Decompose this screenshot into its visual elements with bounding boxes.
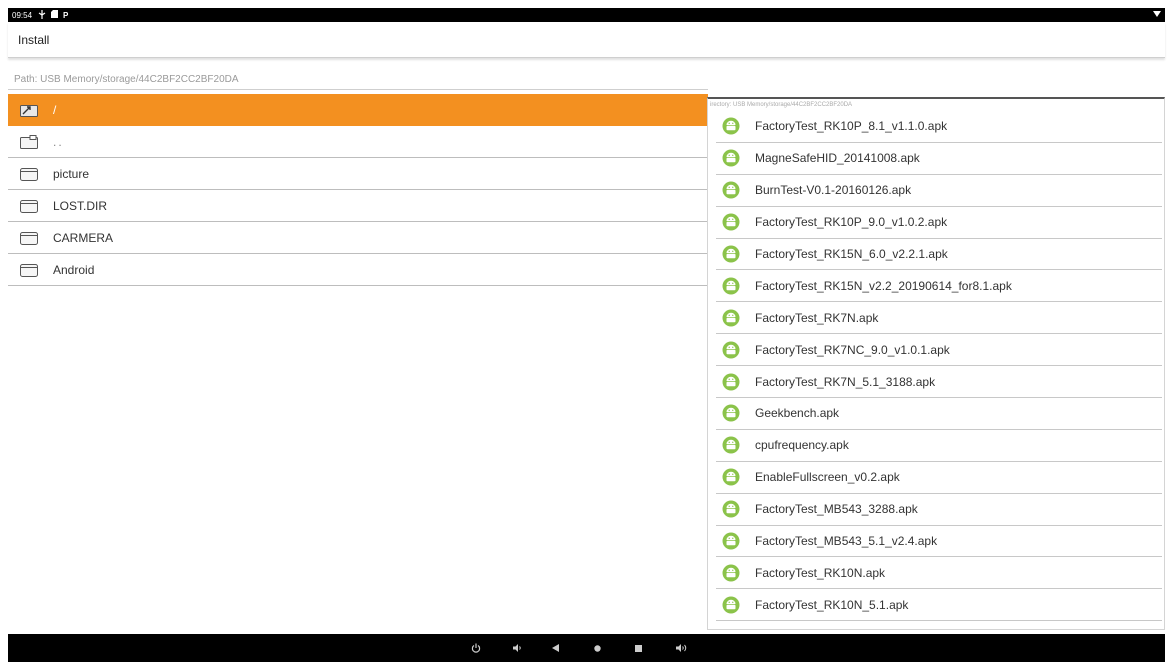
path-label: Path: USB Memory/storage/44C2BF2CC2BF20D…: [14, 74, 239, 85]
apk-list-panel: irectory: USB Memory/storage/44C2BF2CC2B…: [707, 97, 1165, 630]
android-apk-icon: [722, 277, 740, 295]
apk-file-row[interactable]: FactoryTest_RK15N_v2.2_20190614_for8.1.a…: [716, 270, 1162, 303]
apk-list: FactoryTest_RK10P_8.1_v1.1.0.apk MagneSaf…: [708, 111, 1164, 622]
android-apk-icon: [722, 596, 740, 614]
apk-file-row[interactable]: FactoryTest_RK7N_5.1_3188.apk: [716, 366, 1162, 399]
folder-label: ..: [53, 134, 64, 149]
apk-file-label: FactoryTest_RK7NC_9.0_v1.0.1.apk: [755, 342, 950, 357]
android-apk-icon: [722, 181, 740, 199]
volume-down-icon[interactable]: [508, 634, 528, 662]
back-icon[interactable]: [546, 634, 566, 662]
folder-icon: [20, 263, 38, 277]
volume-up-icon[interactable]: [672, 634, 692, 662]
p-icon: P: [63, 10, 69, 20]
page-title: Install: [18, 33, 50, 47]
path-bar: Path: USB Memory/storage/44C2BF2CC2BF20D…: [8, 70, 708, 90]
apk-file-label: FactoryTest_RK10P_9.0_v1.0.2.apk: [755, 215, 948, 230]
apk-file-label: FactoryTest_RK10N_5.1.apk: [755, 597, 909, 612]
apk-file-row[interactable]: FactoryTest_MB543_5.1_v2.4.apk: [716, 526, 1162, 558]
apk-file-label: FactoryTest_MB543_3288.apk: [755, 502, 918, 517]
android-apk-icon: [722, 117, 740, 135]
folder-row[interactable]: Android: [8, 254, 708, 286]
apk-file-row[interactable]: FactoryTest_RK10N.apk: [716, 557, 1162, 590]
status-time: 09:54: [12, 10, 33, 20]
android-apk-icon: [722, 564, 740, 582]
android-apk-icon: [722, 309, 740, 327]
apk-file-row[interactable]: FactoryTest_RK7NC_9.0_v1.0.1.apk: [716, 334, 1162, 367]
apk-file-label: MagneSafeHID_20141008.apk: [755, 151, 920, 166]
android-apk-icon: [722, 341, 740, 359]
folder-row[interactable]: LOST.DIR: [8, 190, 708, 222]
power-icon[interactable]: [466, 634, 486, 662]
folder-icon: [20, 231, 38, 245]
folder-label: CARMERA: [53, 230, 114, 245]
folder-label: Android: [53, 262, 95, 277]
apk-file-row[interactable]: MagneSafeHID_20141008.apk: [716, 143, 1162, 175]
folder-row-parent[interactable]: ..: [8, 126, 708, 158]
usb-icon: [38, 9, 46, 21]
apk-file-label: FactoryTest_RK15N_v2.2_20190614_for8.1.a…: [755, 278, 1012, 293]
apk-file-label: FactoryTest_MB543_5.1_v2.4.apk: [755, 534, 938, 549]
wifi-icon: [1153, 10, 1161, 20]
android-apk-icon: [722, 436, 740, 454]
apk-file-row[interactable]: FactoryTest_RK10P_8.1_v1.1.0.apk: [716, 111, 1162, 143]
apk-file-label: BurnTest-V0.1-20160126.apk: [755, 183, 912, 198]
folder-label: LOST.DIR: [53, 198, 108, 213]
home-icon[interactable]: [587, 634, 607, 662]
android-apk-icon: [722, 149, 740, 167]
apk-file-row[interactable]: cpufrequency.apk: [716, 430, 1162, 462]
folder-label: /: [53, 103, 57, 117]
apk-file-row[interactable]: FactoryTest_RK10P_9.0_v1.0.2.apk: [716, 207, 1162, 239]
apk-file-label: EnableFullscreen_v0.2.apk: [755, 470, 900, 485]
apk-file-row[interactable]: BurnTest-V0.1-20160126.apk: [716, 175, 1162, 207]
android-apk-icon: [722, 532, 740, 550]
apk-file-label: FactoryTest_RK7N_5.1_3188.apk: [755, 374, 936, 389]
folder-icon: [20, 167, 38, 181]
apk-file-row[interactable]: Geekbench.apk: [716, 398, 1162, 430]
folder-row[interactable]: picture: [8, 158, 708, 190]
apk-file-row[interactable]: FactoryTest_RK7N.apk: [716, 302, 1162, 335]
apk-file-row[interactable]: FactoryTest_RK10N_5.1.apk: [716, 589, 1162, 622]
android-apk-icon: [722, 468, 740, 486]
android-apk-icon: [722, 373, 740, 391]
directory-label: irectory: USB Memory/storage/44C2BF2CC2B…: [710, 102, 853, 108]
apk-file-label: cpufrequency.apk: [755, 438, 849, 453]
apk-file-label: FactoryTest_RK10P_8.1_v1.1.0.apk: [755, 119, 948, 134]
android-apk-icon: [722, 500, 740, 518]
apk-file-row[interactable]: EnableFullscreen_v0.2.apk: [716, 462, 1162, 494]
folder-label: picture: [53, 166, 90, 181]
divider: [8, 89, 708, 90]
title-bar: Install: [8, 22, 1165, 58]
android-apk-icon: [722, 245, 740, 263]
apk-file-label: Geekbench.apk: [755, 406, 840, 421]
recents-icon[interactable]: [628, 634, 648, 662]
sd-card-icon: [51, 10, 59, 20]
status-bar: 09:54 P: [8, 8, 1165, 22]
folder-icon: [20, 199, 38, 213]
folder-row-root[interactable]: /: [8, 94, 708, 126]
folder-up-icon: [20, 103, 38, 117]
apk-file-label: FactoryTest_RK15N_6.0_v2.2.1.apk: [755, 247, 948, 261]
folder-row[interactable]: CARMERA: [8, 222, 708, 254]
navigation-bar: [8, 634, 1165, 662]
apk-file-label: FactoryTest_RK7N.apk: [755, 310, 879, 325]
apk-file-row[interactable]: FactoryTest_MB543_3288.apk: [716, 494, 1162, 526]
apk-file-row[interactable]: FactoryTest_RK15N_6.0_v2.2.1.apk: [716, 239, 1162, 271]
android-apk-icon: [722, 404, 740, 422]
android-apk-icon: [722, 213, 740, 231]
apk-file-label: FactoryTest_RK10N.apk: [755, 565, 886, 580]
folder-list: / .. picture LOST.DIR CARMERA Android: [8, 94, 708, 286]
folder-parent-icon: [20, 134, 38, 149]
